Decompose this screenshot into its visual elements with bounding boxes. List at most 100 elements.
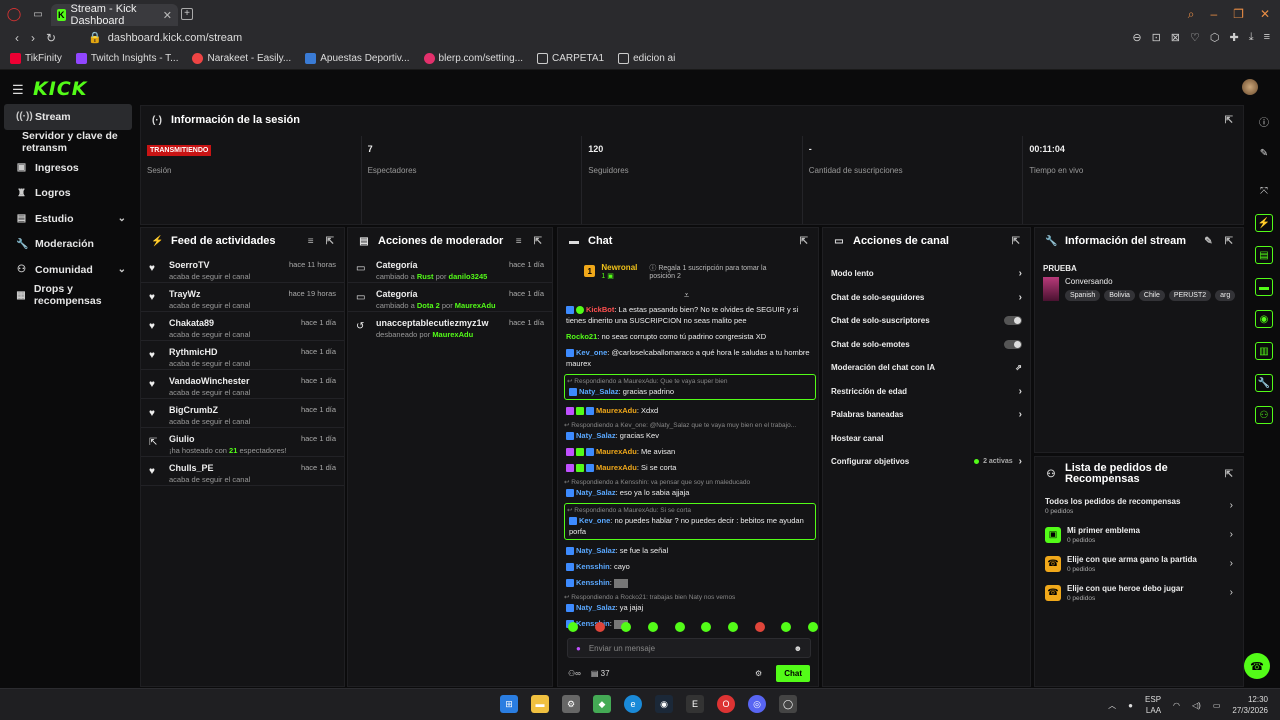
sub-leaderboard[interactable]: 1 Newronal 1 ▣ ⓘ Regala 1 suscripción par… (558, 254, 818, 288)
volume-icon[interactable]: ◁) (1192, 701, 1201, 710)
filter-icon[interactable]: ≡ (516, 236, 522, 247)
popout-icon[interactable]: ⇱ (534, 236, 542, 247)
emote-icon[interactable] (727, 622, 738, 632)
help-chat-button[interactable]: ☎ (1244, 653, 1270, 679)
stream-info-toggle-icon[interactable]: 🔧 (1255, 374, 1273, 392)
wallet-icon[interactable]: ⬡ (1210, 31, 1220, 44)
emote-icon[interactable] (781, 622, 792, 632)
filter-icon[interactable]: ≡ (308, 236, 314, 247)
app-icon[interactable]: ◆ (593, 695, 611, 713)
emote-icon[interactable] (701, 622, 712, 632)
chat-message[interactable]: KickBot: La estas pasando bien? No te ol… (564, 304, 816, 326)
chat-message[interactable]: Naty_Salaz: se fue la señal (564, 545, 816, 556)
zoom-icon[interactable]: ⊖ (1132, 31, 1141, 44)
emote-icon[interactable] (674, 622, 685, 632)
list-item[interactable]: ↺ unacceptablecutiezmyz1w desbaneado por … (348, 312, 552, 341)
sidebar-item-estudio[interactable]: ▤ Estudio ⌄ (4, 206, 132, 232)
download-icon[interactable]: ⤓ (1249, 31, 1254, 44)
chat-message[interactable]: Kev_one: @carloselcaballomaraco a qué ho… (564, 347, 816, 369)
list-item[interactable]: ♥ Chulls_PE acaba de seguir el canal hac… (141, 457, 344, 486)
chat-toggle-icon[interactable]: ▬ (1255, 278, 1273, 296)
battery-icon[interactable]: ▭ (1213, 701, 1221, 710)
bookmark-tikfinity[interactable]: TikFinity (10, 53, 62, 64)
chat-message[interactable]: Kensshin: cayo (564, 561, 816, 572)
epic-games-icon[interactable]: E (686, 695, 704, 713)
collapse-icon[interactable]: ⩡ (684, 290, 689, 301)
configure-goals[interactable]: Configurar objetivos 2 activas › (823, 450, 1030, 474)
activity-toggle-icon[interactable]: ⚡ (1255, 214, 1273, 232)
info-icon[interactable]: ⓘ (1255, 112, 1273, 130)
popout-icon[interactable]: ⇱ (326, 236, 334, 247)
forward-icon[interactable]: › (24, 31, 42, 45)
clock[interactable]: 12:30 27/3/2026 (1232, 694, 1268, 716)
age-restriction[interactable]: Restricción de edad › (823, 380, 1030, 404)
reward-item[interactable]: ☎ Elije con que arma gano la partida 0 ped… (1035, 549, 1243, 578)
ai-moderation[interactable]: Moderación del chat con IA ⇗ (823, 356, 1030, 380)
file-explorer-icon[interactable]: ▬ (531, 695, 549, 713)
discord-icon[interactable]: ◎ (748, 695, 766, 713)
chat-send-button[interactable]: Chat (776, 664, 810, 682)
list-item[interactable]: ♥ Chakata89 acaba de seguir el canal hac… (141, 312, 344, 341)
maximize-icon[interactable]: ❐ (1233, 7, 1244, 22)
tag[interactable]: arg (1215, 290, 1235, 301)
kick-logo[interactable]: KICK (33, 78, 87, 100)
popout-icon[interactable]: ⇱ (800, 236, 808, 247)
popout-icon[interactable]: ⇱ (1225, 469, 1233, 480)
bookmark-twitch-insights[interactable]: Twitch Insights - T... (75, 53, 178, 64)
close-tab-icon[interactable]: ✕ (163, 9, 172, 22)
emote-icon[interactable] (594, 622, 605, 632)
chat-message[interactable]: Kensshin: (564, 577, 816, 588)
menu-icon[interactable]: ≡ (1264, 31, 1270, 44)
hamburger-menu-icon[interactable]: ☰ (12, 82, 24, 98)
sidebar-item-stream[interactable]: ((·)) Stream (4, 104, 132, 130)
followers-only-chat[interactable]: Chat de solo-seguidores › (823, 286, 1030, 310)
opera-icon[interactable]: ◯ (6, 6, 22, 22)
chat-message[interactable]: ↩ Respondiendo a Rocko21: trabajas bien … (564, 593, 816, 613)
edit-icon[interactable]: ✎ (1255, 144, 1273, 162)
sidebar-item-server-key[interactable]: Servidor y clave de retransm (4, 130, 132, 156)
opera-icon[interactable]: O (717, 695, 735, 713)
channel-actions-toggle-icon[interactable]: ▥ (1255, 342, 1273, 360)
opera-gx-icon[interactable]: ◯ (779, 695, 797, 713)
popout-icon[interactable]: ⇱ (1225, 236, 1233, 247)
expand-icon[interactable]: ⤧ (1255, 182, 1273, 200)
close-window-icon[interactable]: ✕ (1260, 7, 1270, 22)
chat-message[interactable]: MaurexAdu: Me avisan (564, 446, 816, 457)
url-field[interactable]: 🔒 dashboard.kick.com/stream (88, 31, 242, 44)
search-tabs-icon[interactable]: ⌕ (1188, 7, 1195, 22)
bookmark-blerp[interactable]: blerp.com/setting... (423, 53, 523, 64)
reward-item[interactable]: ▣ Mi primer emblema 0 pedidos › (1035, 520, 1243, 549)
wifi-icon[interactable]: ◠ (1173, 701, 1180, 710)
sidebar-item-ingresos[interactable]: ▣ Ingresos (4, 155, 132, 181)
mic-icon[interactable]: ● (576, 644, 581, 653)
list-item[interactable]: ♥ BigCrumbZ acaba de seguir el canal hac… (141, 399, 344, 428)
sidebar-item-comunidad[interactable]: ⚇ Comunidad ⌄ (4, 257, 132, 283)
list-item[interactable]: ♥ VandaoWinchester acaba de seguir el ca… (141, 370, 344, 399)
broadcast-toggle-icon[interactable]: ◉ (1255, 310, 1273, 328)
bookmark-narakeet[interactable]: Narakeet - Easily... (192, 53, 291, 64)
heart-icon[interactable]: ♡ (1190, 31, 1200, 44)
emote-icon[interactable] (807, 622, 818, 632)
edit-icon[interactable]: ✎ (1204, 236, 1212, 247)
mod-actions-toggle-icon[interactable]: ▤ (1255, 246, 1273, 264)
start-icon[interactable]: ⊞ (500, 695, 518, 713)
links-icon[interactable]: ⚇∞ (568, 669, 581, 678)
user-avatar[interactable] (1242, 79, 1258, 95)
bookmark-apuestas[interactable]: Apuestas Deportiv... (305, 53, 410, 64)
list-item[interactable]: ♥ RythmicHD acaba de seguir el canal hac… (141, 341, 344, 370)
settings-icon[interactable]: ⚙ (562, 695, 580, 713)
reward-all[interactable]: Todos los pedidos de recompensas 0 pedido… (1035, 491, 1243, 520)
slow-mode[interactable]: Modo lento › (823, 262, 1030, 286)
popout-icon[interactable]: ⇱ (1225, 115, 1233, 126)
banned-words[interactable]: Palabras baneadas › (823, 403, 1030, 427)
language-indicator[interactable]: ESP LAA (1145, 694, 1161, 716)
settings-icon[interactable]: ⚙ (755, 669, 762, 678)
list-item[interactable]: ♥ SoerroTV acaba de seguir el canal hace… (141, 254, 344, 283)
tag[interactable]: Chile (1138, 290, 1165, 301)
emote-icon[interactable] (754, 622, 765, 632)
sidebar-item-logros[interactable]: ♜ Logros (4, 181, 132, 207)
camera-icon[interactable]: ⊡ (1152, 31, 1161, 44)
tag[interactable]: Bolivia (1104, 290, 1135, 301)
bookmark-folder-carpeta1[interactable]: CARPETA1 (537, 53, 604, 64)
chat-message[interactable]: ↩ Respondiendo a MaurexAdu: Que te vaya … (564, 374, 816, 400)
